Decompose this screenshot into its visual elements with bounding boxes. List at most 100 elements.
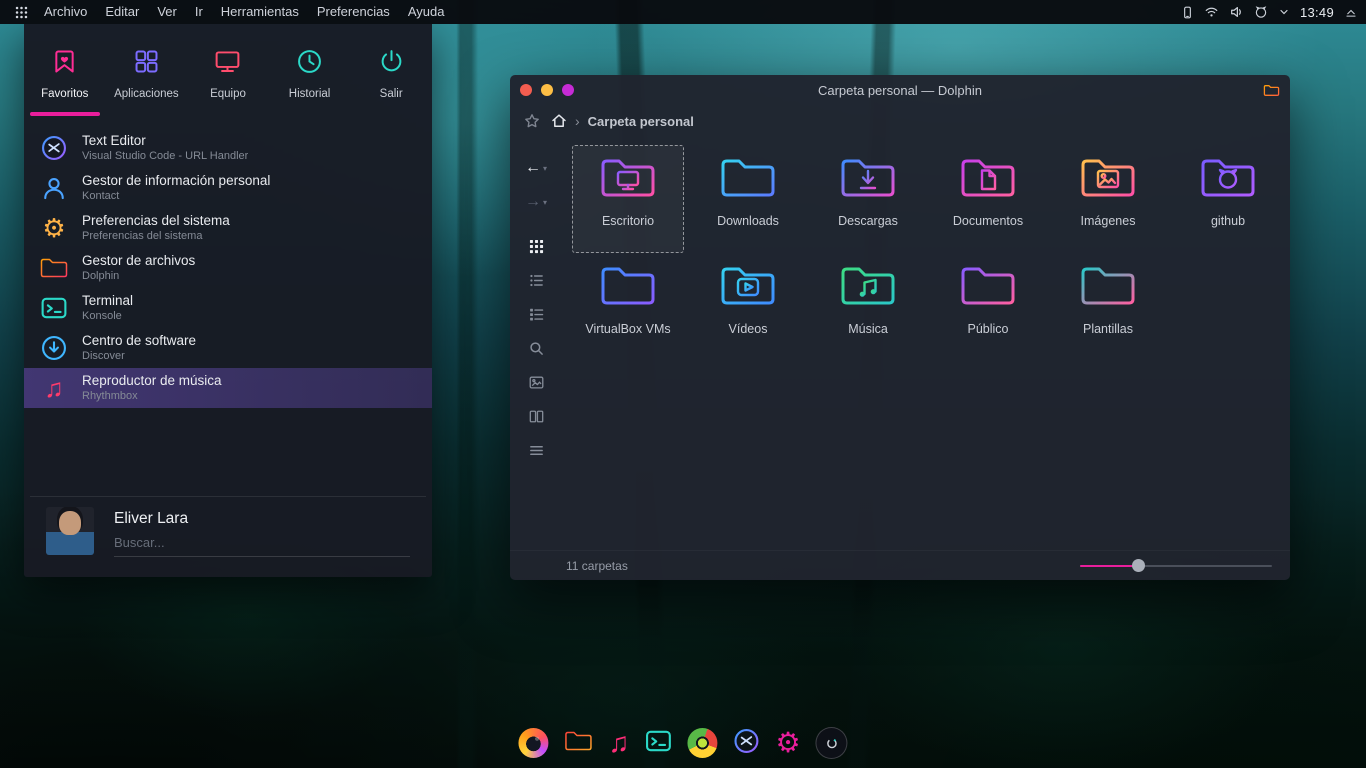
favorite-item-preferencias-del-sistema[interactable]: ⚙ Preferencias del sistemaPreferencias de… [24, 208, 432, 248]
menu-herramientas[interactable]: Herramientas [212, 0, 308, 24]
details-view-button[interactable] [516, 297, 556, 331]
preview-button[interactable] [516, 365, 556, 399]
app-launcher-button[interactable] [8, 6, 35, 19]
favorite-subtitle: Dolphin [82, 270, 195, 284]
dock-item-music-player[interactable]: ♫ [608, 729, 629, 757]
folder-plantillas[interactable]: Plantillas [1052, 253, 1164, 361]
tab-favoritos[interactable]: Favoritos [24, 24, 106, 116]
user-name: Eliver Lara [114, 510, 410, 528]
vscode-icon [39, 133, 69, 163]
menu-ir[interactable]: Ir [186, 0, 212, 24]
menu-editar[interactable]: Editar [96, 0, 148, 24]
bookmark-icon [50, 47, 79, 81]
dock: ♫⚙ [518, 723, 847, 763]
gear-icon: ⚙ [39, 213, 69, 243]
folder-grid: Escritorio Downloads Descargas Documento… [568, 137, 1290, 361]
dolphin-window: Carpeta personal — Dolphin › Carpeta per… [510, 75, 1290, 580]
folder-documentos[interactable]: Documentos [932, 145, 1044, 253]
folder-icon [717, 152, 779, 209]
avatar[interactable] [46, 507, 94, 555]
dock-item-latte-dock[interactable] [816, 727, 848, 759]
split-view-button[interactable] [516, 399, 556, 433]
chrome-icon [687, 728, 717, 758]
dock-item-terminal[interactable] [644, 727, 672, 760]
maximize-button[interactable] [562, 84, 574, 96]
folder-imagenes[interactable]: Imágenes [1052, 145, 1164, 253]
folder-label: Documentos [953, 214, 1023, 228]
favorite-title: Preferencias del sistema [82, 213, 230, 230]
folder-label: Vídeos [729, 322, 768, 336]
folder-musica[interactable]: Música [812, 253, 924, 361]
compact-view-button[interactable] [516, 263, 556, 297]
favorite-subtitle: Discover [82, 350, 196, 364]
favorite-text: Text EditorVisual Studio Code - URL Hand… [82, 133, 248, 164]
network-icon[interactable] [1204, 5, 1219, 19]
favorite-title: Gestor de archivos [82, 253, 195, 270]
favorite-item-rhythmbox[interactable]: ♫Reproductor de músicaRhythmbox [24, 368, 432, 408]
folder-escritorio[interactable]: Escritorio [572, 145, 684, 253]
folder-descargas[interactable]: Descargas [812, 145, 924, 253]
folder-icon [597, 152, 659, 209]
favorite-text: Reproductor de músicaRhythmbox [82, 373, 222, 404]
icons-view-button[interactable] [516, 229, 556, 263]
latte-dock-icon [816, 727, 848, 759]
folder-virtualbox-vms[interactable]: VirtualBox VMs [572, 253, 684, 361]
folder-videos[interactable]: Vídeos [692, 253, 804, 361]
github-icon[interactable] [1254, 5, 1268, 19]
tab-aplicaciones[interactable]: Aplicaciones [106, 24, 188, 116]
close-button[interactable] [520, 84, 532, 96]
favorite-text: Gestor de información personalKontact [82, 173, 270, 204]
favorites-list: Text EditorVisual Studio Code - URL Hand… [24, 128, 432, 408]
volume-icon[interactable] [1229, 5, 1244, 19]
favorite-subtitle: Preferencias del sistema [82, 230, 230, 244]
dock-item-vscode[interactable] [732, 727, 760, 760]
menu-ayuda[interactable]: Ayuda [399, 0, 454, 24]
favorite-item-visual-studio-code-url-handler[interactable]: Text EditorVisual Studio Code - URL Hand… [24, 128, 432, 168]
favorite-title: Reproductor de música [82, 373, 222, 390]
minimize-button[interactable] [541, 84, 553, 96]
forward-button[interactable]: →▾ [516, 185, 556, 219]
favorite-item-kontact[interactable]: Gestor de información personalKontact [24, 168, 432, 208]
favorite-item-dolphin[interactable]: Gestor de archivosDolphin [24, 248, 432, 288]
dock-item-file-manager[interactable] [563, 728, 593, 759]
tab-label: Salir [380, 88, 403, 100]
folder-publico[interactable]: Público [932, 253, 1044, 361]
home-icon[interactable] [551, 113, 567, 129]
back-button[interactable]: ←▾ [516, 151, 556, 185]
clock[interactable]: 13:49 [1300, 5, 1334, 20]
folder-icon [717, 260, 779, 317]
tray-expand-icon[interactable] [1344, 6, 1358, 19]
tab-equipo[interactable]: Equipo [187, 24, 269, 116]
clock-icon [295, 47, 324, 81]
bookmark-star-icon[interactable] [524, 113, 540, 129]
dock-item-chrome[interactable] [687, 728, 717, 758]
favorite-title: Centro de software [82, 333, 196, 350]
search-button[interactable] [516, 331, 556, 365]
desktop: Archivo Editar Ver Ir Herramientas Prefe… [0, 0, 1366, 768]
menu-ver[interactable]: Ver [148, 0, 186, 24]
tab-historial[interactable]: Historial [269, 24, 351, 116]
window-title: Carpeta personal — Dolphin [510, 83, 1290, 98]
folder-label: Downloads [717, 214, 779, 228]
search-input[interactable] [114, 531, 410, 557]
hamburger-menu-button[interactable] [516, 433, 556, 467]
phone-icon[interactable] [1181, 5, 1194, 20]
zoom-slider-knob[interactable] [1132, 559, 1145, 572]
terminal-icon [644, 727, 672, 760]
dock-item-settings[interactable]: ⚙ [775, 729, 800, 757]
favorite-item-discover[interactable]: Centro de softwareDiscover [24, 328, 432, 368]
folder-downloads[interactable]: Downloads [692, 145, 804, 253]
window-titlebar[interactable]: Carpeta personal — Dolphin [510, 75, 1290, 105]
dock-item-firefox[interactable] [518, 728, 548, 758]
folder-icon [563, 728, 593, 759]
menu-preferencias[interactable]: Preferencias [308, 0, 399, 24]
favorite-item-konsole[interactable]: TerminalKonsole [24, 288, 432, 328]
zoom-slider[interactable] [1080, 559, 1272, 573]
breadcrumb-current[interactable]: Carpeta personal [588, 114, 694, 129]
chevron-down-icon[interactable] [1278, 6, 1290, 18]
tab-salir[interactable]: Salir [350, 24, 432, 116]
folder-github[interactable]: github [1172, 145, 1284, 253]
top-panel: Archivo Editar Ver Ir Herramientas Prefe… [0, 0, 1366, 24]
folder-label: Imágenes [1081, 214, 1136, 228]
menu-archivo[interactable]: Archivo [35, 0, 96, 24]
